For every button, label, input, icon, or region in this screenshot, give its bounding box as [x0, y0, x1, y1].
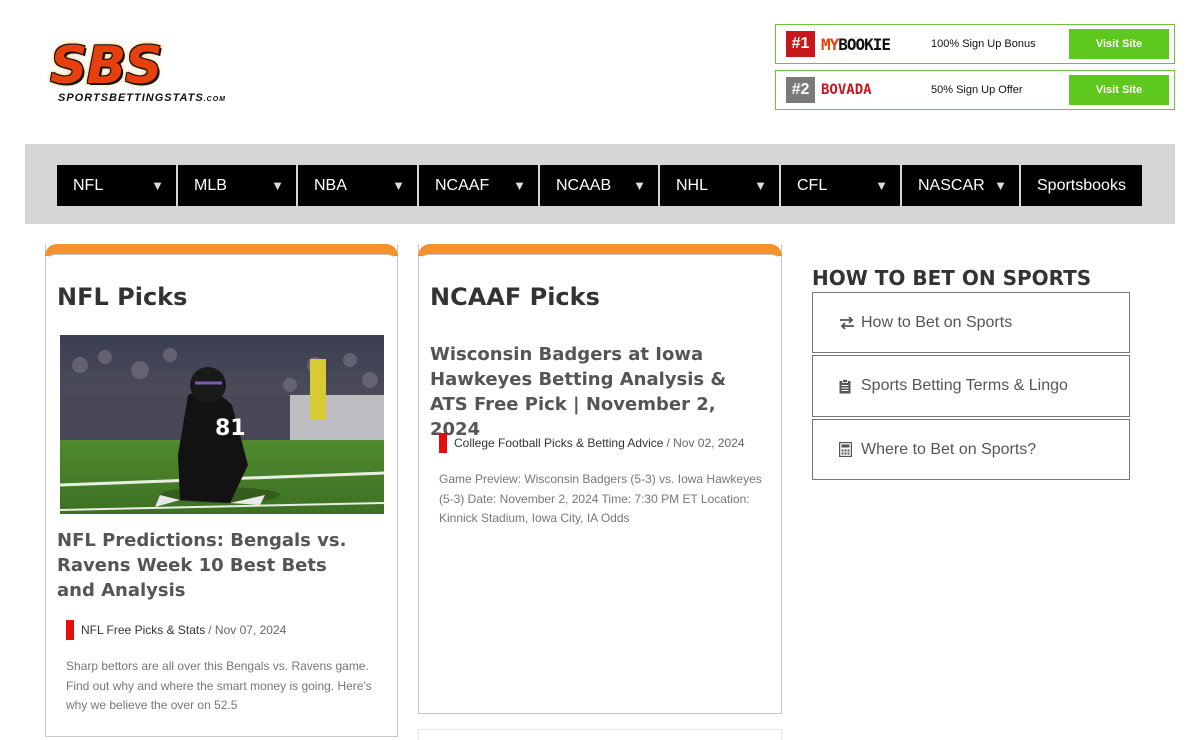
post-date: / Nov 02, 2024	[666, 436, 745, 450]
nav-item-cfl[interactable]: CFL ▼	[781, 165, 900, 206]
nav-item-mlb[interactable]: MLB ▼	[178, 165, 296, 206]
category-link[interactable]: NFL Free Picks & Stats	[81, 623, 205, 637]
nav-item-nfl[interactable]: NFL ▼	[57, 165, 176, 206]
nav-item-label: NCAAB	[556, 176, 612, 194]
caret-down-icon: ▼	[513, 178, 526, 193]
ad-rank: #1	[786, 31, 815, 57]
nav-item-label: NASCAR	[918, 176, 985, 194]
sidebar-title: HOW TO BET ON SPORTS	[812, 266, 1092, 290]
caret-down-icon: ▼	[271, 178, 284, 193]
exchange-icon	[839, 315, 857, 330]
calculator-icon	[839, 442, 857, 457]
ad-offer: 100% Sign Up Bonus	[931, 38, 1036, 50]
category-marker	[66, 620, 74, 640]
sidebar-link-label: Where to Bet on Sports?	[861, 440, 1037, 458]
football-player-photo: 81	[60, 335, 384, 514]
nav-item-label: MLB	[194, 176, 227, 194]
nav-item-ncaaf[interactable]: NCAAF ▼	[419, 165, 538, 206]
sidebar-link-how-to-bet[interactable]: How to Bet on Sports	[812, 292, 1130, 353]
category-marker	[439, 433, 447, 453]
nav-item-label: CFL	[797, 176, 828, 194]
ad-brand-logo[interactable]: MYBOOKIE	[821, 35, 931, 54]
clipboard-icon	[839, 378, 857, 394]
caret-down-icon: ▼	[994, 178, 1007, 193]
logo-letters: SBS	[50, 36, 163, 96]
ncaaf-picks-card: NCAAF Picks Wisconsin Badgers at Iowa Ha…	[418, 244, 782, 714]
caret-down-icon: ▼	[151, 178, 164, 193]
sportsbook-ad-1: #1 MYBOOKIE 100% Sign Up Bonus Visit Sit…	[775, 24, 1175, 64]
category-link[interactable]: College Football Picks & Betting Advice	[454, 436, 663, 450]
caret-down-icon: ▼	[754, 178, 767, 193]
svg-text:81: 81	[215, 416, 246, 441]
card-title: NFL Picks	[57, 283, 188, 311]
nav-item-ncaab[interactable]: NCAAB ▼	[540, 165, 658, 206]
main-nav: NFL ▼ MLB ▼ NBA ▼ NCAAF ▼ NCAAB ▼ NHL ▼ CFL ▼ NASCAR ▼ S…	[25, 144, 1175, 224]
nav-item-nascar[interactable]: NASCAR ▼	[902, 165, 1019, 206]
post-excerpt: Game Preview: Wisconsin Badgers (5-3) vs…	[439, 472, 762, 525]
ad-rank: #2	[786, 77, 815, 103]
caret-down-icon: ▼	[392, 178, 405, 193]
next-card-edge	[418, 729, 782, 740]
sidebar-link-where-to-bet[interactable]: Where to Bet on Sports?	[812, 419, 1130, 480]
post-title-link[interactable]: Wisconsin Badgers at Iowa Hawkeyes Betti…	[430, 342, 760, 442]
ad-brand-logo[interactable]: BOVADA	[821, 82, 931, 98]
post-excerpt: Sharp bettors are all over this Bengals …	[66, 659, 372, 712]
visit-site-button[interactable]: Visit Site	[1069, 75, 1169, 105]
nav-item-label: NBA	[314, 176, 347, 194]
nav-item-nhl[interactable]: NHL ▼	[660, 165, 779, 206]
nav-item-label: NCAAF	[435, 176, 490, 194]
logo-subtitle: SPORTSBETTINGSTATS.COM	[58, 92, 227, 104]
post-meta: NFL Free Picks & Stats / Nov 07, 2024	[66, 620, 286, 640]
sportsbook-ad-2: #2 BOVADA 50% Sign Up Offer Visit Site	[775, 70, 1175, 110]
nav-item-label: NHL	[676, 176, 709, 194]
nav-items: NFL ▼ MLB ▼ NBA ▼ NCAAF ▼ NCAAB ▼ NHL ▼ CFL ▼ NASCAR ▼ S…	[57, 165, 1144, 206]
sidebar-link-label: How to Bet on Sports	[861, 313, 1013, 331]
site-logo[interactable]: SBS SPORTSBETTINGSTATS.COM	[50, 30, 320, 110]
post-date: / Nov 07, 2024	[208, 623, 287, 637]
sidebar-link-label: Sports Betting Terms & Lingo	[861, 377, 1068, 394]
nav-item-sportsbooks[interactable]: Sportsbooks	[1021, 165, 1142, 206]
post-thumbnail[interactable]: 81	[60, 335, 384, 514]
post-title-link[interactable]: NFL Predictions: Bengals vs. Ravens Week…	[57, 528, 357, 603]
caret-down-icon: ▼	[633, 178, 646, 193]
card-title: NCAAF Picks	[430, 283, 600, 311]
ad-offer: 50% Sign Up Offer	[931, 84, 1023, 96]
nav-item-label: Sportsbooks	[1037, 176, 1126, 194]
caret-down-icon: ▼	[875, 178, 888, 193]
sidebar-link-terms-lingo[interactable]: Sports Betting Terms & Lingo	[812, 355, 1130, 417]
nav-item-label: NFL	[73, 176, 104, 194]
visit-site-button[interactable]: Visit Site	[1069, 29, 1169, 59]
nav-item-nba[interactable]: NBA ▼	[298, 165, 417, 206]
post-meta: College Football Picks & Betting Advice …	[439, 433, 745, 453]
nfl-picks-card: NFL Picks 81 NFL Predictions: Bengals vs…	[45, 244, 398, 737]
